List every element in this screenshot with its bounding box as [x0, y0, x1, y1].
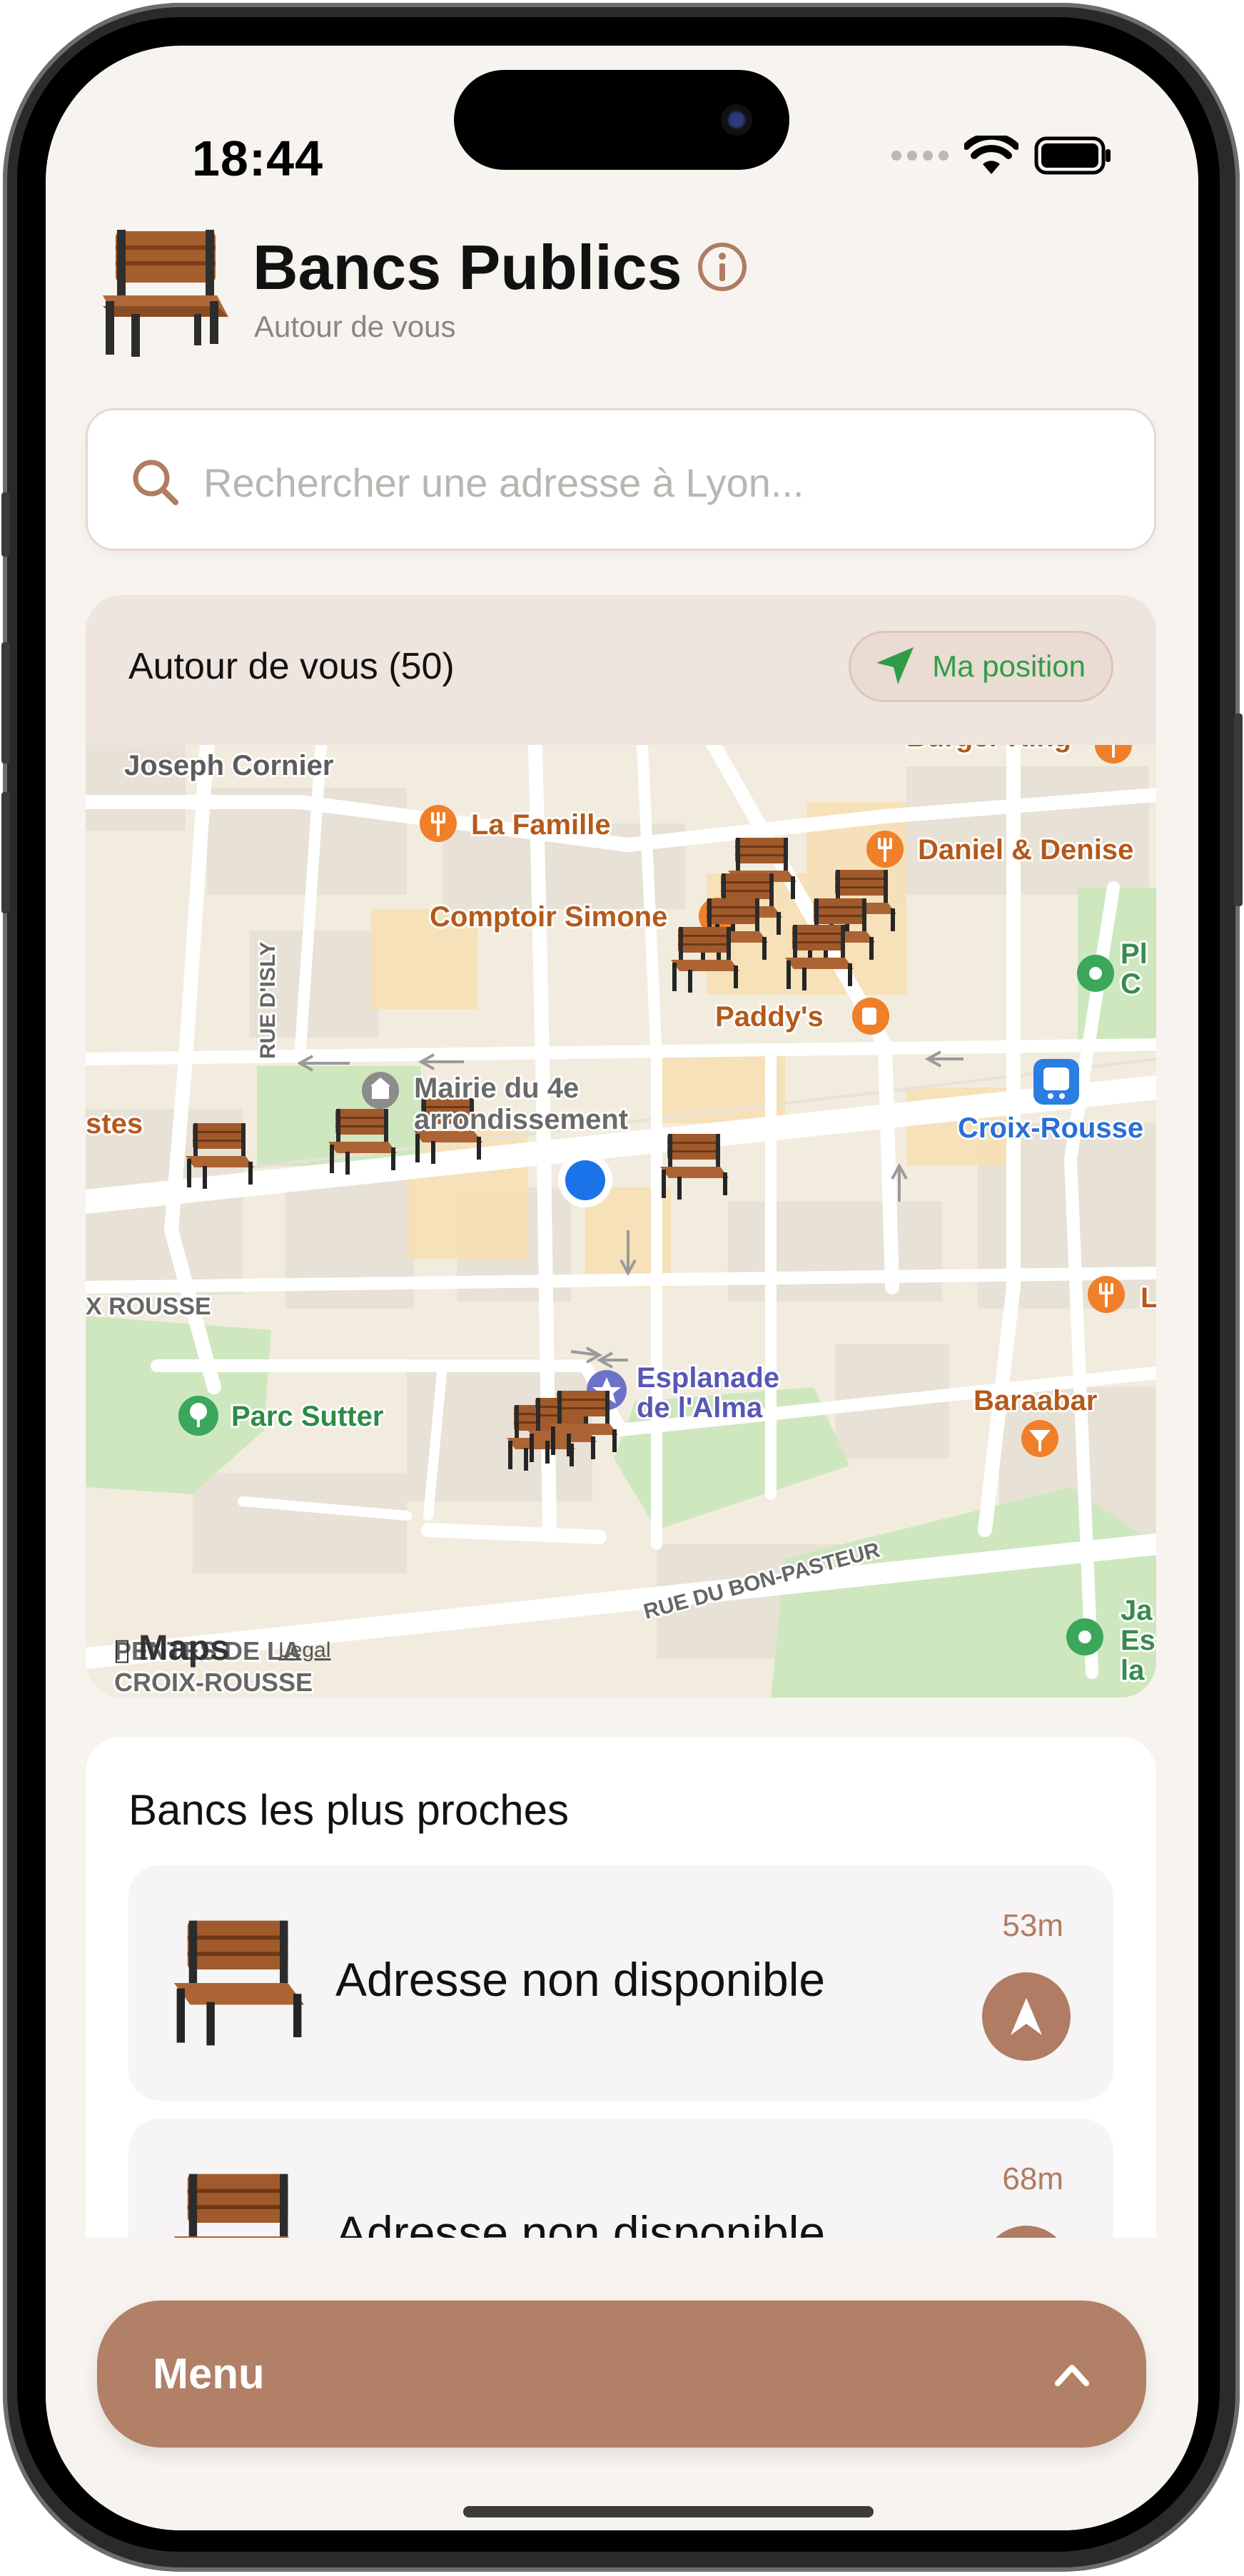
my-position-button[interactable]: Ma position — [849, 631, 1113, 702]
menu-label: Menu — [153, 2350, 265, 2398]
search-input[interactable] — [202, 446, 1133, 519]
map-label: stes — [86, 1108, 143, 1140]
cocktail-bar-pin-icon[interactable] — [1021, 1420, 1058, 1457]
battery-icon — [1034, 136, 1111, 175]
bench-distance: 53m — [1002, 1908, 1063, 1943]
bench-distance: 68m — [1002, 2161, 1063, 2196]
info-icon[interactable] — [697, 241, 748, 293]
search-icon — [133, 460, 178, 505]
map-label: Baraabar — [974, 1385, 1097, 1416]
search-bar[interactable] — [86, 408, 1156, 551]
map-label: la — [1121, 1655, 1145, 1686]
list-item[interactable]: Adresse non disponible 53m — [128, 1865, 1113, 2101]
dynamic-island — [454, 70, 789, 170]
navigation-arrow-icon — [1011, 1998, 1042, 2035]
camera-icon — [721, 104, 752, 136]
my-position-label: Ma position — [932, 649, 1086, 683]
garden-flower-icon[interactable] — [1066, 1618, 1103, 1655]
map-label: RUE D'ISLY — [256, 942, 280, 1059]
map-label: Mairie du 4e — [414, 1073, 579, 1104]
map-card-title: Autour de vous (50) — [128, 646, 455, 687]
app-title: Bancs Publics — [253, 232, 682, 303]
side-button — [1234, 714, 1243, 906]
map-view[interactable]: Joseph Cornier Burger King La Famille Da… — [86, 745, 1156, 1698]
chevron-up-icon — [1055, 2365, 1089, 2386]
menu-button[interactable]: Menu — [97, 2301, 1146, 2448]
map-label: Es — [1121, 1625, 1155, 1656]
home-indicator[interactable] — [463, 2506, 874, 2517]
bench-logo-icon — [103, 230, 228, 357]
map-label: Parc Sutter — [231, 1401, 383, 1432]
nearest-benches-title: Bancs les plus proches — [128, 1786, 569, 1834]
map-label: Esplanade — [637, 1362, 779, 1394]
wifi-icon — [964, 136, 1018, 174]
map-label: X ROUSSE — [86, 1293, 211, 1320]
cellular-signal-icon — [891, 151, 949, 161]
park-pin-icon[interactable] — [1077, 955, 1114, 992]
map-label: Comptoir Simone — [430, 901, 667, 933]
status-time: 18:44 — [192, 131, 324, 186]
bench-thumbnail-icon — [173, 1920, 305, 2046]
map-label: de l'Alma — [637, 1392, 763, 1424]
map-label: Burger King — [906, 745, 1071, 753]
app-subtitle: Autour de vous — [254, 310, 456, 343]
map-label: Joseph Cornier — [124, 750, 333, 781]
status-icons — [891, 136, 1113, 176]
restaurant-pin-icon[interactable] — [865, 829, 905, 869]
map-label: Ja — [1121, 1595, 1153, 1626]
map-label: arrondissement — [414, 1104, 628, 1135]
map-label: Daniel & Denise — [918, 834, 1133, 866]
user-location-dot — [558, 1153, 612, 1207]
navigate-button[interactable] — [982, 1972, 1071, 2061]
map-label: CROIX-ROUSSE — [114, 1668, 313, 1697]
apple-logo-icon:  — [114, 1636, 130, 1665]
side-button — [1, 642, 10, 764]
park-tree-icon[interactable] — [178, 1396, 218, 1436]
map-card: Autour de vous (50) Ma position Joseph C… — [86, 595, 1156, 1698]
bench-address: Adresse non disponible — [335, 1953, 826, 2006]
map-label: Pl — [1121, 938, 1148, 970]
side-button — [1, 492, 10, 557]
map-label: La Famille — [471, 809, 611, 841]
legal-link[interactable]: Legal — [278, 1638, 330, 1662]
screen: 18:44 Bancs Publics Autour de vous Reche… — [46, 46, 1198, 2530]
map-label: C — [1121, 968, 1141, 1000]
town-hall-pin-icon[interactable] — [362, 1072, 399, 1109]
restaurant-pin-icon[interactable] — [1086, 1274, 1126, 1314]
bar-pin-icon[interactable] — [852, 998, 889, 1035]
map-label: Paddy's — [715, 1001, 824, 1033]
restaurant-pin-icon[interactable] — [418, 803, 458, 843]
map-label: L — [1141, 1282, 1156, 1314]
map-label: Croix-Rousse — [958, 1112, 1143, 1144]
side-button — [1, 792, 10, 913]
maps-label: Maps — [138, 1628, 230, 1668]
location-arrow-icon — [876, 647, 914, 684]
metro-station-icon[interactable] — [1033, 1059, 1079, 1105]
